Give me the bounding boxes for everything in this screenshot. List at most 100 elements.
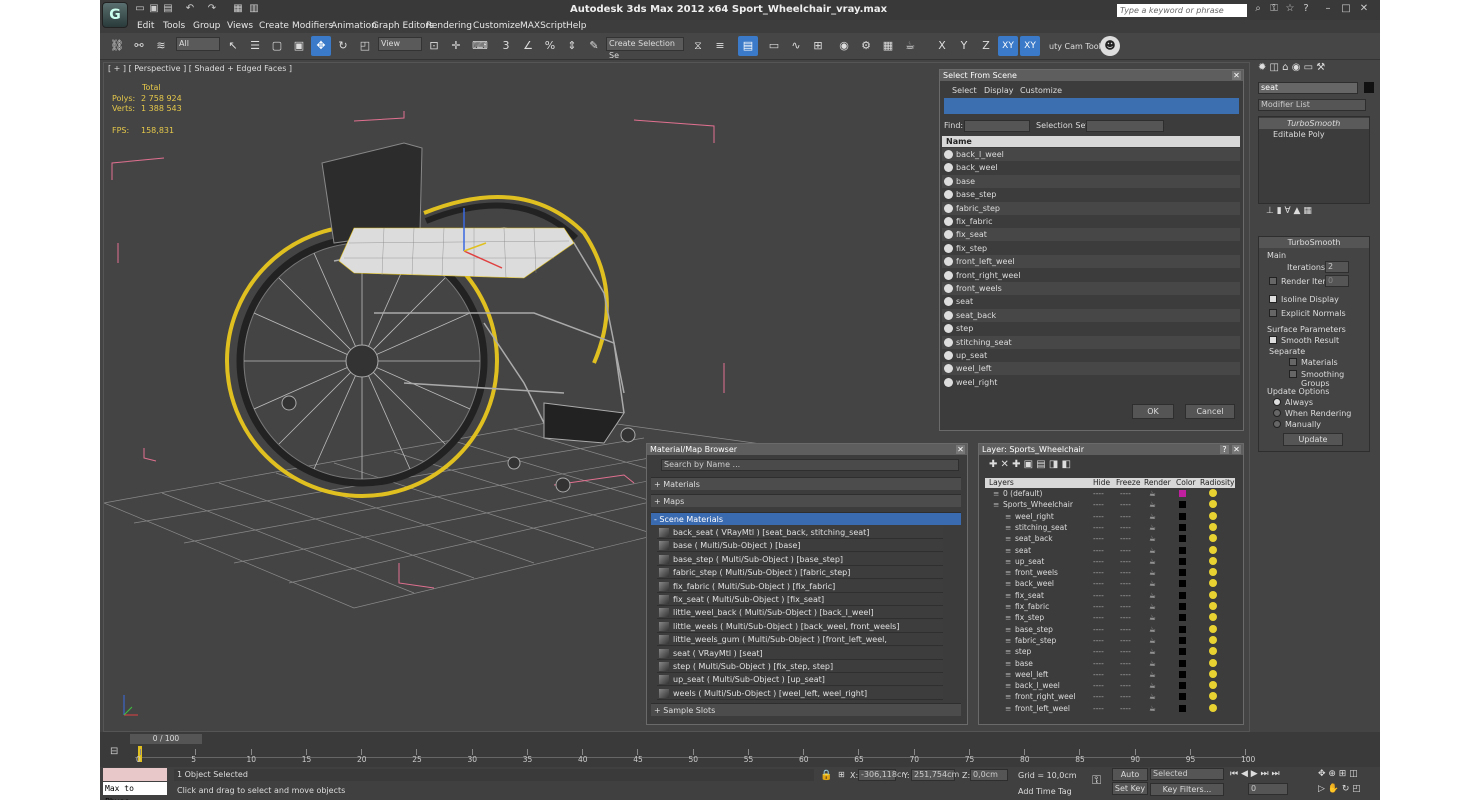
freeze-toggle[interactable]: ---- xyxy=(1120,646,1131,657)
stack-turbosmooth[interactable]: TurboSmooth xyxy=(1259,118,1369,129)
add-time-tag[interactable]: Add Time Tag xyxy=(1018,787,1072,796)
layer-row[interactable]: ≡ fix_step ---- ---- ☕ xyxy=(987,612,1227,623)
spinner-snap-icon[interactable]: ⇕ xyxy=(562,36,582,56)
select-manipulate-icon[interactable]: ✛ xyxy=(446,36,466,56)
viewport-nav-controls[interactable]: ✥ ⊕ ⊞ ◫ xyxy=(1318,769,1358,779)
explicit-normals-checkbox[interactable] xyxy=(1269,309,1277,317)
render-teapot-icon[interactable]: ☕ xyxy=(1149,703,1156,714)
layer-color-swatch[interactable] xyxy=(1179,490,1186,497)
hide-toggle[interactable]: ---- xyxy=(1093,533,1104,544)
update-button[interactable]: Update xyxy=(1283,433,1343,446)
find-input[interactable] xyxy=(964,120,1030,132)
layer-color-swatch[interactable] xyxy=(1179,501,1186,509)
freeze-toggle[interactable]: ---- xyxy=(1120,488,1131,499)
layer-row[interactable]: ≡ step ---- ---- ☕ xyxy=(987,646,1227,657)
radiosity-icon[interactable] xyxy=(1209,613,1217,622)
project-folder-icon[interactable]: ▥ xyxy=(248,3,260,15)
new-file-icon[interactable]: ▭ xyxy=(134,3,146,15)
material-row[interactable]: little_weels_gum ( Multi/Sub-Object ) [f… xyxy=(657,633,943,657)
layer-row[interactable]: ≡ fix_seat ---- ---- ☕ xyxy=(987,590,1227,601)
app-logo-icon[interactable]: G xyxy=(102,2,128,28)
menu-group[interactable]: Group xyxy=(193,21,220,31)
window-crossing-icon[interactable]: ▣ xyxy=(289,36,309,56)
material-row[interactable]: weels ( Multi/Sub-Object ) [weel_left, w… xyxy=(657,686,943,700)
minimize-icon[interactable]: – xyxy=(1322,3,1334,15)
link-icon[interactable]: ⛓ xyxy=(107,36,127,56)
scale-icon[interactable]: ◰ xyxy=(355,36,375,56)
scene-object-row[interactable]: back_weel xyxy=(942,161,1240,174)
render-teapot-icon[interactable]: ☕ xyxy=(1149,545,1156,556)
material-row[interactable]: back_seat ( VRayMtl ) [seat_back, stitch… xyxy=(657,526,943,539)
hide-toggle[interactable]: ---- xyxy=(1093,691,1104,702)
y-coordinate-field[interactable]: 251,754cm xyxy=(911,769,959,781)
layer-row[interactable]: ≡ fabric_step ---- ---- ☕ xyxy=(987,635,1227,646)
render-teapot-icon[interactable]: ☕ xyxy=(1149,691,1156,702)
scene-object-row[interactable]: back_l_weel xyxy=(942,148,1240,161)
scene-object-row[interactable]: fix_fabric xyxy=(942,215,1240,228)
layer-color-swatch[interactable] xyxy=(1179,670,1186,678)
radiosity-icon[interactable] xyxy=(1209,579,1217,588)
help-search-input[interactable]: Type a keyword or phrase xyxy=(1117,4,1247,17)
layer-color-swatch[interactable] xyxy=(1179,535,1186,543)
command-panel-tabs[interactable]: ✹ ◫ ⌂ ◉ ▭ ⚒ xyxy=(1258,62,1376,76)
menu-display[interactable]: Display xyxy=(984,86,1014,95)
hide-toggle[interactable]: ---- xyxy=(1093,556,1104,567)
material-row[interactable]: fix_seat ( Multi/Sub-Object ) [fix_seat] xyxy=(657,593,943,606)
layer-color-swatch[interactable] xyxy=(1179,614,1186,622)
radiosity-icon[interactable] xyxy=(1209,635,1217,644)
layer-color-swatch[interactable] xyxy=(1179,546,1186,554)
redo-icon[interactable]: ↷ xyxy=(206,3,218,15)
freeze-toggle[interactable]: ---- xyxy=(1120,635,1131,646)
keyboard-shortcut-icon[interactable]: ⌨ xyxy=(470,36,490,56)
ok-button[interactable]: OK xyxy=(1132,404,1174,419)
freeze-toggle[interactable]: ---- xyxy=(1120,567,1131,578)
render-teapot-icon[interactable]: ☕ xyxy=(900,36,920,56)
hide-toggle[interactable]: ---- xyxy=(1093,567,1104,578)
radiosity-icon[interactable] xyxy=(1209,500,1217,509)
object-color-swatch[interactable] xyxy=(1364,82,1374,93)
hide-toggle[interactable]: ---- xyxy=(1093,499,1104,510)
layer-row[interactable]: ≡ up_seat ---- ---- ☕ xyxy=(987,556,1227,567)
scene-object-row[interactable]: weel_right xyxy=(942,376,1240,389)
layer-manager-icon[interactable]: ▤ xyxy=(738,36,758,56)
scene-object-row[interactable]: fabric_step xyxy=(942,201,1240,215)
isoline-checkbox[interactable] xyxy=(1269,295,1277,303)
hide-toggle[interactable]: ---- xyxy=(1093,578,1104,589)
material-row[interactable]: base_step ( Multi/Sub-Object ) [base_ste… xyxy=(657,552,943,566)
scene-object-row[interactable]: stitching_seat xyxy=(942,335,1240,349)
col-freeze[interactable]: Freeze xyxy=(1116,478,1140,488)
layer-color-swatch[interactable] xyxy=(1179,523,1186,531)
layer-color-swatch[interactable] xyxy=(1179,704,1186,712)
hide-toggle[interactable]: ---- xyxy=(1093,590,1104,601)
absolute-mode-icon[interactable]: ⊞ xyxy=(838,770,845,779)
layer-help-icon[interactable]: ? xyxy=(1220,445,1229,454)
material-editor-icon[interactable]: ◉ xyxy=(834,36,854,56)
layer-row[interactable]: ≡ weel_right ---- ---- ☕ xyxy=(987,511,1227,522)
layer-toolbar[interactable]: ✚ ✕ ✚ ▣ ▤ ◨ ◧ xyxy=(989,459,1109,473)
material-row[interactable]: little_weel_back ( Multi/Sub-Object ) [b… xyxy=(657,606,943,620)
material-row[interactable]: step ( Multi/Sub-Object ) [fix_step, ste… xyxy=(657,660,943,673)
layer-row[interactable]: ≡ front_left_weel ---- ---- ☕ xyxy=(987,703,1227,714)
layer-row[interactable]: ≡ back_l_weel ---- ---- ☕ xyxy=(987,680,1227,691)
scene-object-row[interactable]: front_right_weel xyxy=(942,269,1240,282)
key-filters-button[interactable]: Key Filters... xyxy=(1150,783,1224,796)
rotate-icon[interactable]: ↻ xyxy=(333,36,353,56)
hide-toggle[interactable]: ---- xyxy=(1093,635,1104,646)
freeze-toggle[interactable]: ---- xyxy=(1120,533,1131,544)
selection-set-dropdown[interactable] xyxy=(1086,120,1164,132)
layer-color-swatch[interactable] xyxy=(1179,625,1186,633)
layer-row[interactable]: ≡ stitching_seat ---- ---- ☕ xyxy=(987,522,1227,533)
freeze-toggle[interactable]: ---- xyxy=(1120,601,1131,612)
render-teapot-icon[interactable]: ☕ xyxy=(1149,601,1156,612)
object-name-field[interactable]: seat xyxy=(1258,82,1358,94)
edit-named-sets-icon[interactable]: ✎ xyxy=(584,36,604,56)
col-color[interactable]: Color xyxy=(1176,478,1196,488)
axis-z-button[interactable]: Z xyxy=(976,36,996,56)
radiosity-icon[interactable] xyxy=(1209,681,1217,690)
layer-row[interactable]: ≡ back_weel ---- ---- ☕ xyxy=(987,578,1227,589)
key-icon[interactable]: ⚿ xyxy=(1268,3,1280,15)
modifier-list-dropdown[interactable]: Modifier List xyxy=(1258,99,1366,111)
save-file-icon[interactable]: ▤ xyxy=(162,3,174,15)
layer-color-swatch[interactable] xyxy=(1179,659,1186,667)
section-sample-slots[interactable]: + Sample Slots xyxy=(651,703,961,716)
